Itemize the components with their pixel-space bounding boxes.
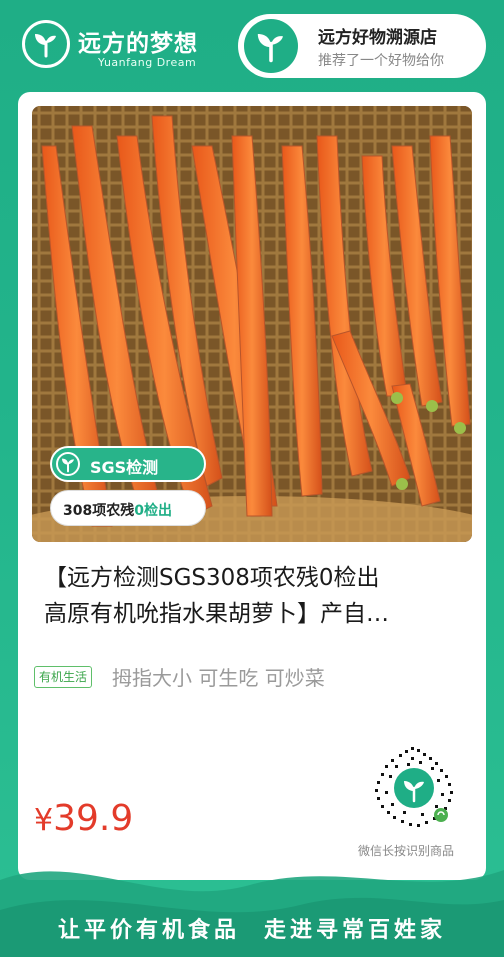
header: 远方的梦想 Yuanfang Dream 远方好物溯源店 推荐了一个好物给你	[0, 0, 504, 92]
store-name: 远方好物溯源店	[318, 28, 437, 48]
price-value: 39.9	[53, 798, 134, 839]
qr-code-icon[interactable]	[371, 745, 457, 831]
brand-subtitle: Yuanfang Dream	[98, 56, 197, 69]
product-tag: 有机生活	[34, 666, 93, 688]
product-title-line2: 高原有机吮指水果胡萝卜】产自…	[44, 601, 389, 627]
product-title: 【远方检测SGS308项农残0检出 高原有机吮指水果胡萝卜】产自…	[44, 560, 464, 632]
product-tag-description: 拇指大小 可生吃 可炒菜	[112, 666, 325, 690]
brand-name: 远方的梦想	[78, 31, 198, 57]
slogan-right: 走进寻常百姓家	[264, 918, 447, 943]
footer-slogan: 让平价有机食品 走进寻常百姓家	[0, 912, 504, 944]
brand-logo-icon	[22, 20, 70, 68]
slogan-left: 让平价有机食品	[57, 918, 240, 943]
residue-badge: 308项农残0检出	[50, 490, 206, 526]
product-card[interactable]: SGS检测 308项农残0检出 【远方检测SGS308项农残0检出 高原有机吮指…	[18, 92, 486, 880]
product-price: ¥39.9	[34, 798, 133, 839]
residue-prefix: 308项农残	[63, 503, 135, 519]
price-currency: ¥	[34, 803, 54, 838]
brand: 远方的梦想 Yuanfang Dream	[22, 18, 222, 74]
residue-result: 0检出	[134, 503, 172, 519]
sprout-leaf-icon	[56, 452, 80, 476]
residue-badge-label: 308项农残0检出	[63, 500, 172, 520]
store-logo-icon	[244, 19, 298, 73]
store-card[interactable]: 远方好物溯源店 推荐了一个好物给你	[238, 14, 486, 78]
sgs-badge-label: SGS检测	[90, 458, 159, 477]
store-subtitle: 推荐了一个好物给你	[318, 53, 444, 69]
sgs-badge: SGS检测	[50, 446, 206, 482]
product-image[interactable]: SGS检测 308项农残0检出	[32, 106, 472, 542]
product-title-line1: 【远方检测SGS308项农残0检出	[44, 565, 380, 591]
